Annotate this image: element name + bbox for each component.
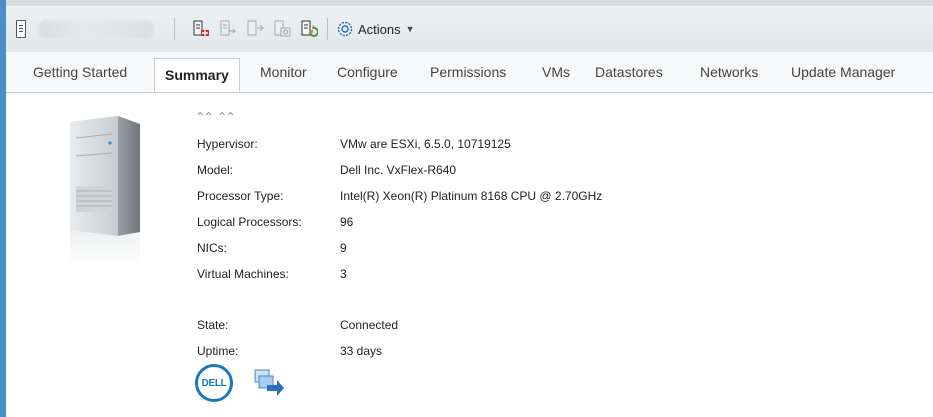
add-host-icon[interactable] (192, 20, 210, 38)
prop-label: Model: (197, 163, 234, 177)
tab-summary[interactable]: Summary (154, 58, 240, 92)
prop-value: Intel(R) Xeon(R) Platinum 8168 CPU @ 2.7… (340, 189, 603, 203)
vendor-icons: DELL (195, 364, 285, 402)
reboot-host-icon[interactable] (300, 20, 318, 38)
toolbar-separator (327, 18, 328, 40)
tab-vms[interactable]: VMs (542, 64, 570, 80)
tab-configure[interactable]: Configure (337, 64, 398, 80)
prop-value: 3 (340, 267, 347, 281)
dell-logo: DELL (195, 364, 233, 402)
actions-label: Actions (358, 21, 401, 37)
prop-label: NICs: (197, 241, 227, 255)
prop-value: 96 (340, 215, 354, 229)
prop-value: 33 days (340, 344, 383, 358)
prop-label: State: (197, 318, 229, 332)
prop-label: Virtual Machines: (197, 267, 289, 281)
prop-label: Hypervisor: (197, 137, 258, 151)
tab-monitor[interactable]: Monitor (260, 64, 307, 80)
tab-permissions[interactable]: Permissions (430, 64, 506, 80)
server-icon (70, 116, 140, 266)
prop-label: Uptime: (197, 344, 239, 358)
maintenance-mode-icon[interactable] (273, 20, 291, 38)
host-icon (16, 20, 26, 38)
host-title[interactable] (16, 18, 166, 40)
prop-value: Connected (340, 318, 399, 332)
host-name-redacted (38, 20, 154, 38)
tab-networks[interactable]: Networks (700, 64, 758, 80)
exit-maintenance-icon[interactable] (246, 20, 264, 38)
toolbar: Actions ▼ (6, 6, 933, 53)
prop-value: VMw are ESXi, 6.5.0, 10719125 (340, 137, 511, 151)
truncated-host-heading: ˄˄ ˄˄ (197, 111, 236, 117)
chevron-down-icon: ▼ (405, 24, 415, 34)
toolbar-separator (174, 18, 175, 40)
prop-label: Processor Type: (197, 189, 284, 203)
prop-value: Dell Inc. VxFlex-R640 (340, 163, 457, 177)
prop-value: 9 (340, 241, 347, 255)
tab-getting-started[interactable]: Getting Started (33, 64, 127, 80)
tab-bar: Getting Started Summary Monitor Configur… (6, 52, 933, 93)
migrate-icon[interactable] (253, 368, 285, 398)
gear-icon (337, 21, 353, 37)
remove-host-icon[interactable] (219, 20, 237, 38)
actions-menu-button[interactable]: Actions ▼ (336, 19, 415, 39)
tab-datastores[interactable]: Datastores (595, 64, 663, 80)
tab-update-manager[interactable]: Update Manager (791, 64, 895, 80)
prop-label: Logical Processors: (197, 215, 302, 229)
